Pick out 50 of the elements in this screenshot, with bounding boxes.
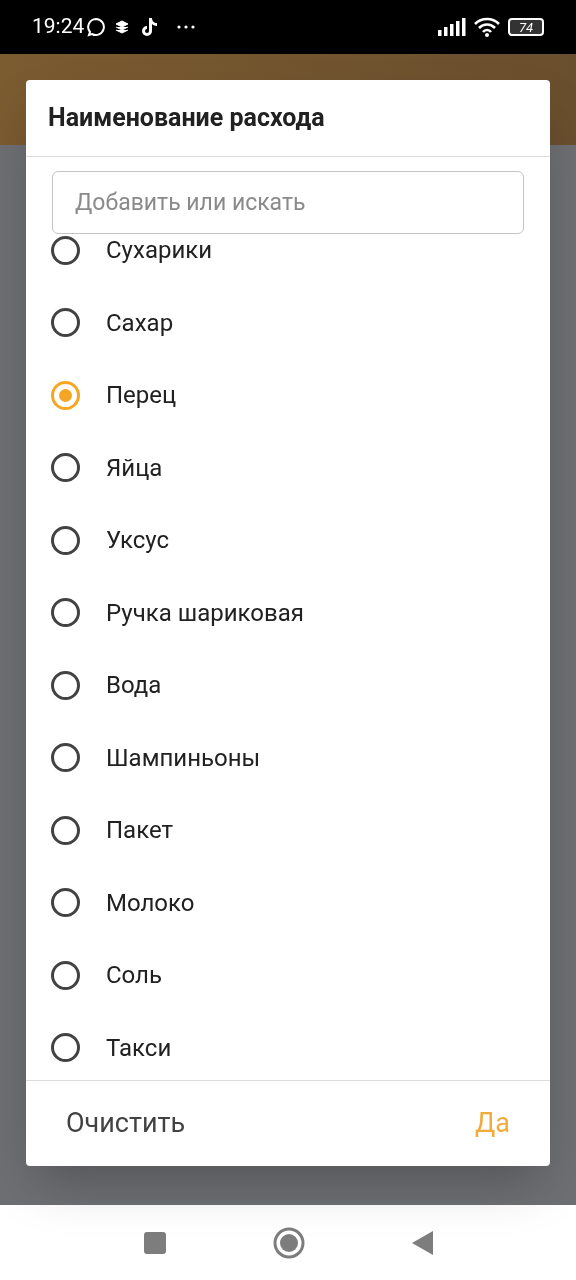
battery-indicator: 74 [508,18,544,36]
option-item[interactable]: Перец [26,359,550,432]
radio-button[interactable] [51,670,80,700]
option-label: Ручка шариковая [106,597,304,629]
option-item[interactable]: Молоко [26,866,550,939]
signal-icon [438,18,466,36]
option-label: Пакет [106,815,174,847]
recent-apps-icon[interactable] [143,1230,167,1255]
option-label: Шампиньоны [106,742,261,774]
option-label: Яйца [106,452,163,484]
radio-button[interactable] [51,598,80,628]
layers-icon [114,19,131,35]
radio-button[interactable] [51,525,80,555]
back-icon[interactable] [411,1229,433,1256]
option-label: Такси [106,1032,172,1064]
option-label: Сухарики [106,235,213,267]
option-item[interactable]: Пакет [26,794,550,867]
option-label: Перец [106,380,177,412]
search-field[interactable]: Добавить или искать [52,171,524,234]
option-item[interactable]: Такси [26,1011,550,1080]
radio-button[interactable] [51,308,80,338]
radio-button[interactable] [51,380,80,410]
radio-button[interactable] [51,815,80,845]
option-label: Молоко [106,887,195,919]
dialog-title: Наименование расхода [48,102,325,135]
radio-button[interactable] [51,960,80,990]
option-item[interactable]: Ручка шариковая [26,576,550,649]
clear-button[interactable]: Очистить [56,1099,196,1148]
option-label: Вода [106,670,162,702]
radio-button[interactable] [51,235,80,265]
clock-time: 19:24 [32,13,85,41]
option-item[interactable]: Вода [26,649,550,722]
wifi-icon [474,17,500,37]
option-item[interactable]: Сахар [26,286,550,359]
radio-button[interactable] [51,743,80,773]
option-label: Соль [106,960,163,992]
radio-button[interactable] [51,1033,80,1063]
home-icon[interactable] [273,1226,305,1259]
option-item[interactable]: Соль [26,939,550,1012]
music-note-icon [140,17,159,37]
more-icon [176,24,197,30]
chat-icon [86,17,107,37]
radio-button[interactable] [51,888,80,918]
radio-button[interactable] [51,453,80,483]
option-item[interactable]: Сухарики [26,234,550,287]
option-item[interactable]: Яйца [26,431,550,504]
option-label: Уксус [106,525,169,557]
option-item[interactable]: Уксус [26,504,550,577]
option-label: Сахар [106,307,174,339]
option-item[interactable]: Шампиньоны [26,721,550,794]
